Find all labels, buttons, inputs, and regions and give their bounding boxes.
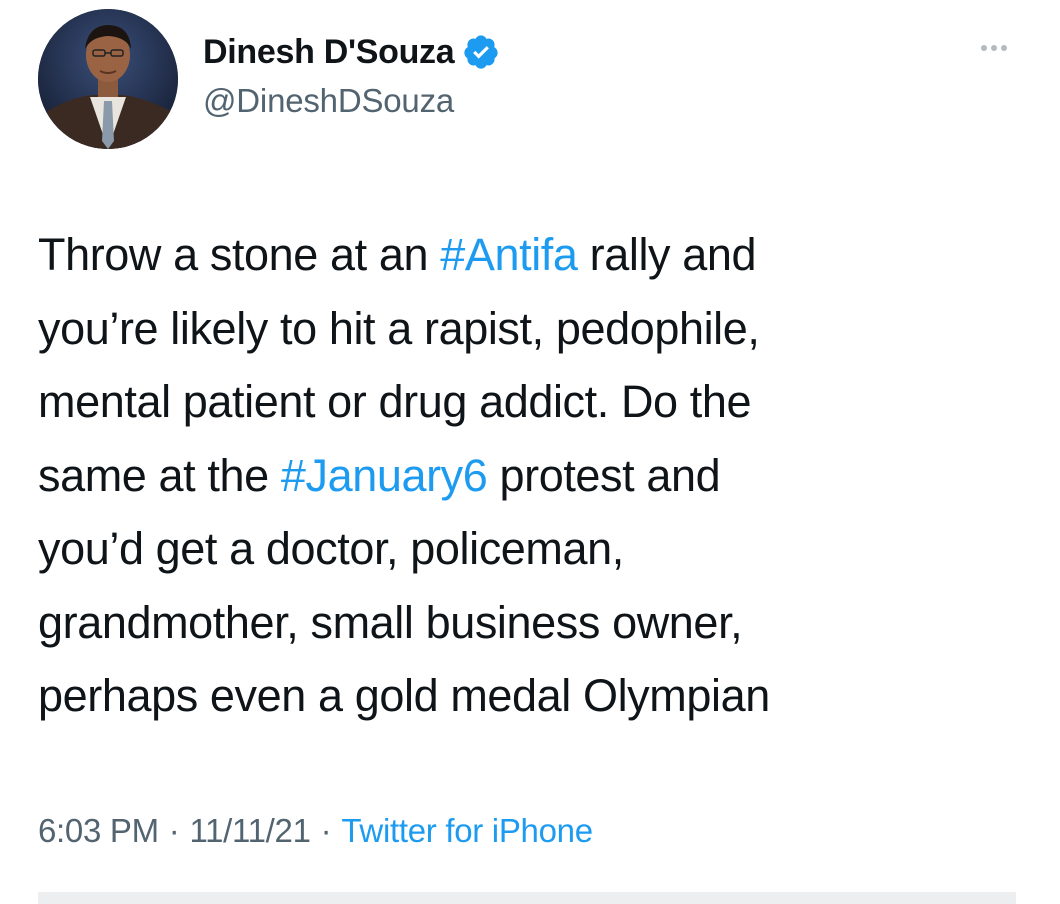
tweet-text-segment: Throw a stone at an bbox=[38, 229, 441, 280]
tweet-text-segment: you’re likely to hit a rapist, pedophile… bbox=[38, 302, 760, 354]
meta-separator: · bbox=[168, 812, 180, 849]
tweet-text-line: mental patient or drug addict. Do the bbox=[38, 365, 1028, 439]
hashtag-link[interactable]: #Antifa bbox=[440, 229, 578, 280]
more-dot bbox=[981, 45, 987, 51]
tweet-text-line: perhaps even a gold medal Olympian bbox=[38, 659, 1028, 733]
tweet-text-segment: grandmother, small business owner, bbox=[38, 596, 743, 648]
more-dot bbox=[1001, 45, 1007, 51]
tweet-text: Throw a stone at an #Antifa rally and you… bbox=[38, 218, 1028, 733]
tweet-text-segment: perhaps even a gold medal Olympian bbox=[38, 670, 770, 721]
tweet-text-segment: protest and bbox=[487, 449, 721, 501]
tweet-metadata: 6:03 PM · 11/11/21 · Twitter for iPhone bbox=[38, 812, 593, 850]
avatar[interactable] bbox=[38, 9, 178, 149]
tweet-source-link[interactable]: Twitter for iPhone bbox=[341, 812, 593, 849]
more-dots-icon[interactable] bbox=[972, 36, 1016, 60]
tweet-date[interactable]: 11/11/21 bbox=[190, 812, 311, 849]
tweet-text-line: Throw a stone at an #Antifa rally and bbox=[38, 218, 1028, 292]
tweet-text-segment: same at the bbox=[38, 449, 281, 501]
tweet-text-line: same at the #January6 protest and bbox=[38, 439, 1028, 513]
divider bbox=[38, 892, 1016, 904]
tweet-text-segment: mental patient or drug addict. Do the bbox=[38, 376, 752, 427]
tweet-card: Dinesh D'Souza @DineshDSouza Throw a sto… bbox=[0, 0, 1060, 904]
author-handle[interactable]: @DineshDSouza bbox=[203, 82, 454, 120]
verified-badge-icon bbox=[464, 35, 498, 69]
tweet-text-line: grandmother, small business owner, bbox=[38, 586, 1028, 660]
avatar-photo bbox=[38, 9, 178, 149]
meta-separator: · bbox=[320, 812, 332, 849]
tweet-text-line: you’re likely to hit a rapist, pedophile… bbox=[38, 292, 1028, 366]
author-display-name[interactable]: Dinesh D'Souza bbox=[203, 33, 455, 72]
author-name-row[interactable]: Dinesh D'Souza bbox=[203, 30, 500, 74]
tweet-time[interactable]: 6:03 PM bbox=[38, 812, 159, 849]
hashtag-link[interactable]: #January6 bbox=[281, 450, 488, 501]
tweet-text-segment: rally and bbox=[577, 229, 757, 280]
more-dot bbox=[991, 45, 997, 51]
tweet-text-segment: you’d get a doctor, policeman, bbox=[38, 523, 624, 574]
tweet-text-line: you’d get a doctor, policeman, bbox=[38, 512, 1028, 586]
